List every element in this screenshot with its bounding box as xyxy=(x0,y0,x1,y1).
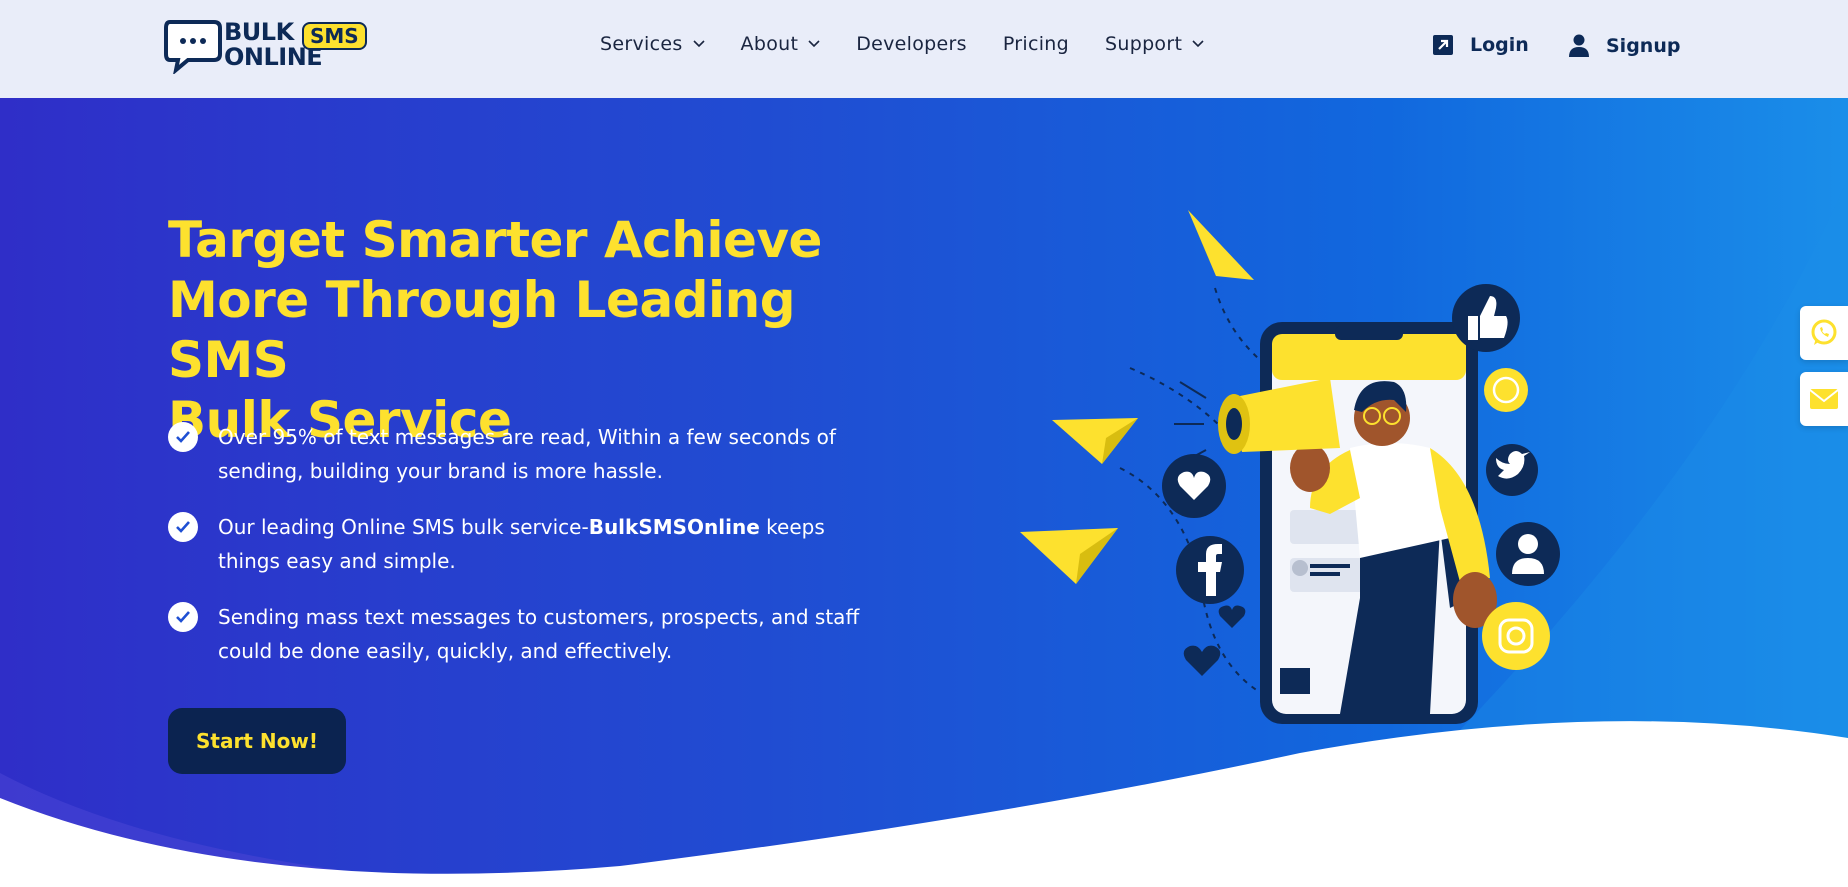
external-link-icon xyxy=(1433,35,1453,55)
email-side-button[interactable] xyxy=(1800,372,1848,426)
mail-icon xyxy=(1809,389,1839,409)
paper-plane-icon xyxy=(1052,418,1138,464)
login-link[interactable]: Login xyxy=(1432,34,1529,56)
feature-text-brand: BulkSMSOnline xyxy=(588,515,760,539)
feature-text: Over 95% of text messages are read, With… xyxy=(218,425,836,483)
nav-label: Developers xyxy=(856,33,967,55)
login-label: Login xyxy=(1470,34,1529,56)
main-nav: Services About Developers Pricing Suppor… xyxy=(600,33,1240,55)
paper-plane-icon xyxy=(1020,528,1118,584)
chevron-down-icon xyxy=(1192,40,1204,48)
heart-icon xyxy=(1183,645,1221,676)
checkmark-icon xyxy=(168,422,198,452)
chevron-down-icon xyxy=(808,40,820,48)
paper-plane-icon xyxy=(1188,210,1254,280)
nav-label: Pricing xyxy=(1002,33,1069,55)
feature-text: Our leading Online SMS bulk service-Bulk… xyxy=(218,510,888,578)
feature-item: Sending mass text messages to customers,… xyxy=(168,600,888,668)
hero-section: Target Smarter Achieve More Through Lead… xyxy=(0,98,1848,887)
feature-text: Sending mass text messages to customers,… xyxy=(218,605,860,663)
chat-bubble-icon xyxy=(164,20,222,74)
nav-label: Support xyxy=(1105,33,1183,55)
user-icon xyxy=(1569,34,1589,57)
heart-icon xyxy=(1162,454,1226,518)
nav-label: Services xyxy=(600,33,683,55)
instagram-icon xyxy=(1482,602,1550,670)
thumbs-up-icon xyxy=(1452,284,1520,352)
site-header: BULK ONLINE SMS Services About Developer… xyxy=(0,0,1848,98)
signup-link[interactable]: Signup xyxy=(1568,34,1680,58)
facebook-icon xyxy=(1176,536,1244,604)
whatsapp-side-button[interactable] xyxy=(1800,306,1848,360)
checkmark-icon xyxy=(168,602,198,632)
whatsapp-icon xyxy=(1484,368,1528,412)
feature-item: Over 95% of text messages are read, With… xyxy=(168,420,888,488)
nav-label: About xyxy=(740,33,799,55)
hero-headline: Target Smarter Achieve More Through Lead… xyxy=(168,210,928,450)
signup-label: Signup xyxy=(1606,35,1681,57)
nav-item-developers[interactable]: Developers xyxy=(856,33,967,55)
nav-item-pricing[interactable]: Pricing xyxy=(1003,33,1069,55)
feature-list: Over 95% of text messages are read, With… xyxy=(168,420,888,690)
headline-line: Target Smarter Achieve xyxy=(168,211,822,269)
chevron-down-icon xyxy=(692,40,705,48)
nav-item-services[interactable]: Services xyxy=(600,33,705,55)
whatsapp-icon xyxy=(1811,319,1837,345)
feature-text-pre: Our leading Online SMS bulk service- xyxy=(218,515,589,539)
nav-item-support[interactable]: Support xyxy=(1105,33,1204,55)
heart-icon xyxy=(1218,605,1246,628)
twitter-icon xyxy=(1486,444,1538,496)
checkmark-icon xyxy=(168,512,198,542)
feature-item: Our leading Online SMS bulk service-Bulk… xyxy=(168,510,888,578)
user-profile-icon xyxy=(1496,522,1560,586)
nav-item-about[interactable]: About xyxy=(741,33,821,55)
start-now-button[interactable]: Start Now! xyxy=(168,708,346,774)
logo-sms-badge: SMS xyxy=(302,22,367,50)
hero-illustration xyxy=(1020,210,1560,724)
headline-line: More Through Leading SMS xyxy=(168,271,796,389)
brand-logo[interactable]: BULK ONLINE SMS xyxy=(164,18,367,74)
